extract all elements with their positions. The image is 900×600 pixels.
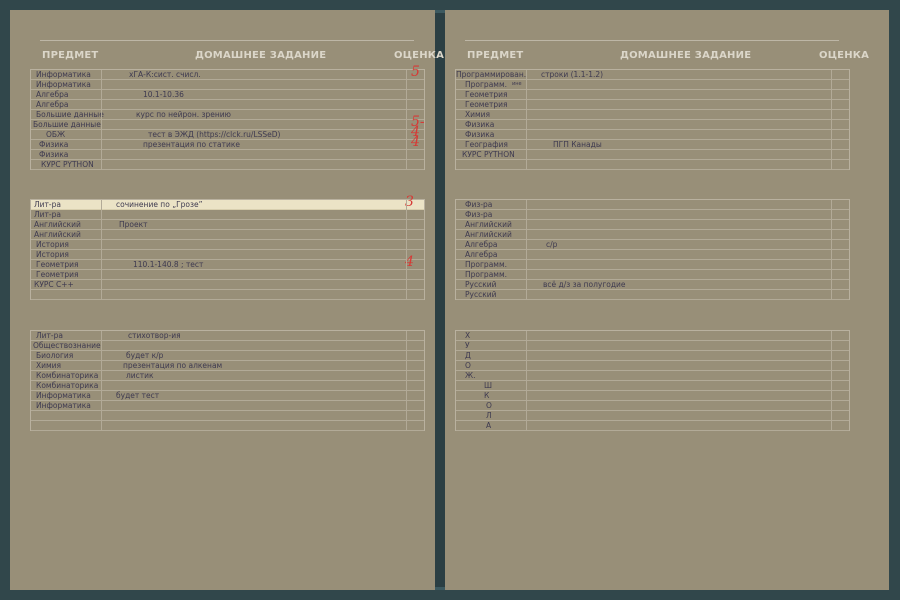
homework-cell: ПГП Канады (553, 140, 602, 149)
homework-cell: Проект (119, 220, 148, 229)
subject-cell: Русский (465, 290, 497, 299)
table-row[interactable]: Английский Проект (31, 220, 424, 230)
table-row[interactable]: Программ. (456, 270, 849, 280)
table-row[interactable]: Программирован. строки (1.1-1.2) (456, 70, 849, 80)
column-divider (101, 200, 102, 299)
table-row[interactable]: Физика (456, 130, 849, 140)
subject-cell: КУРС PYTHON (462, 150, 515, 159)
table-row[interactable] (31, 290, 424, 300)
table-row[interactable]: Информатика (31, 401, 424, 411)
subject-cell: А (486, 421, 492, 430)
table-row[interactable]: География ПГП Канады (456, 140, 849, 150)
column-divider (406, 70, 407, 169)
homework-cell: сочинение по „Грозе” (116, 200, 203, 209)
diary-spine (435, 10, 445, 590)
homework-cell: листик (126, 371, 154, 380)
table-row[interactable]: Алгебра (456, 250, 849, 260)
table-row[interactable]: Л (456, 411, 849, 421)
table-row[interactable]: Физика презентация по статике 4 (31, 135, 424, 150)
column-divider (831, 331, 832, 430)
table-row[interactable]: Программ. (456, 260, 849, 270)
right-header-rule (465, 40, 839, 41)
homework-cell: стихотвор-ия (128, 331, 181, 340)
column-divider (526, 70, 527, 169)
table-row[interactable] (456, 160, 849, 170)
homework-cell: 110.1-140.8 ; тест (133, 260, 204, 269)
table-row[interactable]: Русский (456, 290, 849, 300)
right-page-day-3-table: Х У Д О Ж. Ш К О Л А (455, 330, 850, 431)
table-row[interactable]: Физ-ра (456, 200, 849, 210)
table-row[interactable]: Ж. (456, 371, 849, 381)
table-row[interactable]: Геометрия (31, 270, 424, 280)
table-row[interactable]: Физика (456, 120, 849, 130)
table-row[interactable]: Биология будет к/р (31, 351, 424, 361)
homework-cell: всё д/з за полугодие (543, 280, 626, 289)
right-header-homework: ДОМАШНЕЕ ЗАДАНИЕ (620, 50, 752, 61)
right-header-subject: ПРЕДМЕТ (467, 50, 524, 61)
table-row[interactable]: КУРС PYTHON (456, 150, 849, 160)
table-row[interactable]: Лит-ра сочинение по „Грозе” 3 (31, 195, 424, 210)
homework-cell: курс по нейрон. зрению (136, 110, 231, 119)
homework-cell: будет тест (116, 391, 160, 400)
table-row[interactable] (31, 411, 424, 421)
column-divider (831, 70, 832, 169)
subject-cell: КУРС PYTHON (41, 160, 94, 169)
table-row[interactable]: О (456, 361, 849, 371)
table-row[interactable]: Обществознание (31, 341, 424, 351)
column-divider (526, 200, 527, 299)
left-page-day-3-table: Лит-ра стихотвор-ия Обществознание Биология… (30, 330, 425, 431)
table-row[interactable]: А (456, 421, 849, 431)
homework-cell: хГА-К:сист. счисл. (129, 70, 201, 79)
table-row[interactable]: КУРС С++ (31, 280, 424, 290)
table-row[interactable]: Х (456, 331, 849, 341)
table-row[interactable]: История (31, 240, 424, 250)
left-header-subject: ПРЕДМЕТ (42, 50, 99, 61)
table-row[interactable]: Ш (456, 381, 849, 391)
table-row[interactable]: К (456, 391, 849, 401)
homework-cell: презентация по статике (143, 140, 240, 149)
homework-cell: с/р (546, 240, 558, 249)
column-divider (526, 331, 527, 430)
subject-cell: Большие данные (33, 120, 101, 129)
subject-cell: Ж. (465, 371, 476, 380)
table-row[interactable]: О (456, 401, 849, 411)
table-row[interactable]: Химия (456, 110, 849, 120)
grade-cell: 5 (411, 64, 420, 80)
table-row[interactable]: Алгебра 10.1-10.36 (31, 90, 424, 100)
right-page-day-2-table: Физ-ра Физ-ра Английский Английский Алгебра с… (455, 199, 850, 300)
table-row[interactable]: Алгебра с/р (456, 240, 849, 250)
left-page-day-1-table: Информатика хГА-К:сист. счисл. 5 Информатик… (30, 65, 425, 170)
grade-cell: 4 (411, 134, 420, 150)
column-divider (406, 200, 407, 299)
left-header-rule (40, 40, 414, 41)
table-row[interactable]: Русский всё д/з за полугодие (456, 280, 849, 290)
table-row[interactable]: Геометрия (456, 100, 849, 110)
programming-subscript: ине (512, 81, 522, 87)
table-row[interactable]: Геометрия 110.1-140.8 ; тест 4 (31, 255, 424, 270)
table-row[interactable]: Английский (456, 230, 849, 240)
table-row[interactable]: У (456, 341, 849, 351)
column-divider (101, 70, 102, 169)
table-row[interactable]: Геометрия (456, 90, 849, 100)
left-header-homework: ДОМАШНЕЕ ЗАДАНИЕ (195, 50, 327, 61)
subject-cell: КУРС С++ (34, 280, 74, 289)
table-row[interactable]: Д (456, 351, 849, 361)
homework-cell: строки (1.1-1.2) (541, 70, 604, 79)
table-row[interactable]: Английский (456, 220, 849, 230)
column-divider (101, 331, 102, 430)
right-header-grade: ОЦЕНКА (819, 50, 870, 61)
column-divider (406, 331, 407, 430)
column-divider (831, 200, 832, 299)
left-header-grade: ОЦЕНКА (394, 50, 445, 61)
table-row[interactable]: Информатика (31, 80, 424, 90)
table-row[interactable]: Английский (31, 230, 424, 240)
table-row[interactable]: История (31, 250, 424, 260)
table-row[interactable]: Лит-ра (31, 210, 424, 220)
left-page-day-2-table: Лит-ра сочинение по „Грозе” 3 Лит-ра Английс… (30, 195, 425, 300)
table-row[interactable]: КУРС PYTHON (31, 160, 424, 170)
homework-cell: 10.1-10.36 (143, 90, 184, 99)
table-row[interactable] (31, 421, 424, 431)
table-row[interactable]: Физ-ра (456, 210, 849, 220)
subject-cell: Информатика (36, 401, 91, 410)
